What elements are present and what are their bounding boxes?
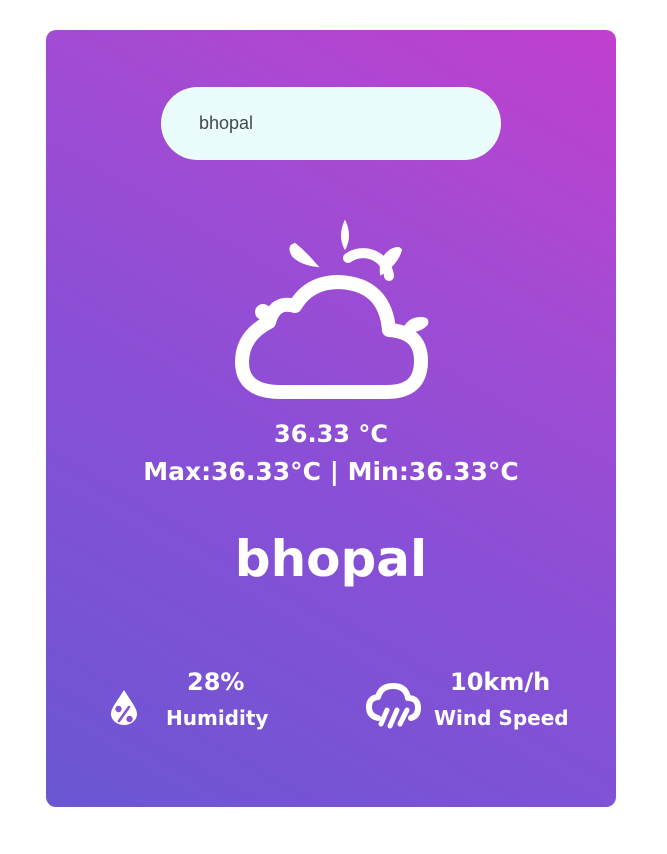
city-name: bhopal bbox=[234, 530, 428, 588]
humidity-stat: 28% Humidity bbox=[108, 668, 308, 738]
humidity-value: 28% bbox=[187, 668, 245, 696]
wind-speed-value: 10km/h bbox=[450, 668, 551, 696]
humidity-label: Humidity bbox=[166, 706, 269, 730]
wind-stat: 10km/h Wind Speed bbox=[366, 668, 606, 738]
city-search-input[interactable] bbox=[161, 87, 501, 160]
wind-rain-icon bbox=[366, 680, 422, 734]
wind-speed-label: Wind Speed bbox=[434, 706, 569, 730]
weather-card: 36.33 °C Max:36.33°C | Min:36.33°C bhopa… bbox=[46, 30, 616, 807]
cloud-sun-icon bbox=[231, 214, 431, 400]
temperature-range: Max:36.33°C | Min:36.33°C bbox=[143, 457, 519, 486]
temperature-value: 36.33 °C bbox=[274, 420, 388, 448]
search-container bbox=[161, 87, 501, 160]
humidity-icon bbox=[108, 688, 140, 730]
